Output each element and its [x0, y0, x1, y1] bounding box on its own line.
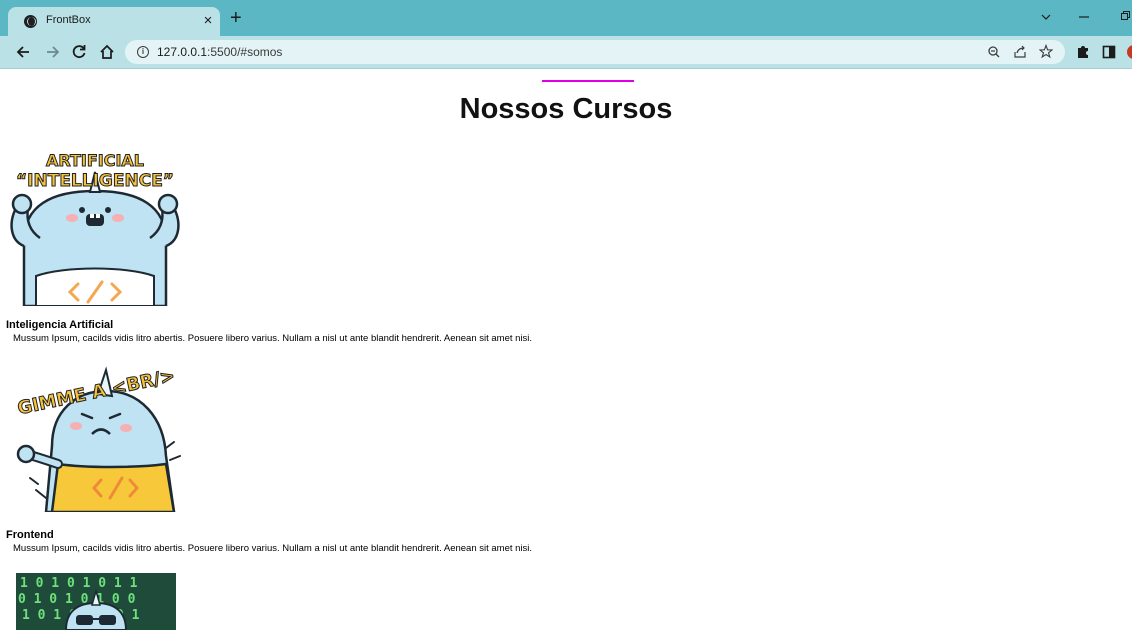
- tab-close-button[interactable]: ×: [200, 11, 216, 31]
- share-icon[interactable]: [1013, 42, 1027, 68]
- address-bar[interactable]: i 127.0.0.1:5500/#somos: [125, 40, 1065, 64]
- globe-icon: [24, 15, 37, 28]
- info-icon[interactable]: i: [137, 46, 149, 58]
- tab-strip: FrontBox × +: [0, 0, 1132, 36]
- extensions-icon[interactable]: [1076, 40, 1090, 71]
- course-image-frontend: GIMME A <BR/>: [6, 356, 184, 512]
- back-arrow-icon[interactable]: [12, 40, 34, 64]
- new-tab-button[interactable]: +: [230, 6, 242, 30]
- star-icon[interactable]: [1038, 42, 1054, 68]
- url-text[interactable]: 127.0.0.1:5500/#somos: [157, 45, 282, 59]
- course-image-ai: ARTIFICIAL “INTELLIGENCE”: [6, 146, 184, 306]
- course-title: Inteligencia Artificial: [6, 319, 114, 331]
- minimize-icon[interactable]: [1078, 6, 1090, 35]
- avatar[interactable]: [1126, 40, 1132, 71]
- course-title: Frontend: [6, 529, 54, 541]
- svg-text:“INTELLIGENCE”: “INTELLIGENCE”: [16, 171, 174, 191]
- zoom-icon[interactable]: [987, 42, 1001, 68]
- page-title: Nossos Cursos: [459, 93, 673, 125]
- svg-text:ARTIFICIAL: ARTIFICIAL: [46, 151, 144, 170]
- maximize-icon[interactable]: [1119, 6, 1131, 35]
- browser-tab[interactable]: FrontBox ×: [8, 7, 220, 36]
- sidebar-icon[interactable]: [1102, 40, 1116, 71]
- svg-text:1 0 1 0 1 0 1 1: 1 0 1 0 1 0 1 1: [20, 576, 138, 591]
- course-description: Mussum Ipsum, cacilds vidis litro aberti…: [13, 333, 533, 344]
- address-toolbar: i 127.0.0.1:5500/#somos: [0, 36, 1132, 69]
- chevron-down-icon[interactable]: [1040, 6, 1052, 35]
- tab-title: FrontBox: [46, 14, 91, 26]
- title-accent-line: [542, 80, 634, 82]
- course-image-matrix: 1 0 1 0 1 0 1 1 0 1 0 1 0 1 0 0 1 0 1 0 …: [16, 573, 176, 630]
- reload-icon[interactable]: [68, 40, 90, 64]
- course-description: Mussum Ipsum, cacilds vidis litro aberti…: [13, 543, 533, 554]
- svg-text:0 1 0 1 0 1 0 0: 0 1 0 1 0 1 0 0: [18, 592, 136, 607]
- forward-arrow-icon[interactable]: [42, 40, 64, 64]
- home-icon[interactable]: [96, 40, 118, 64]
